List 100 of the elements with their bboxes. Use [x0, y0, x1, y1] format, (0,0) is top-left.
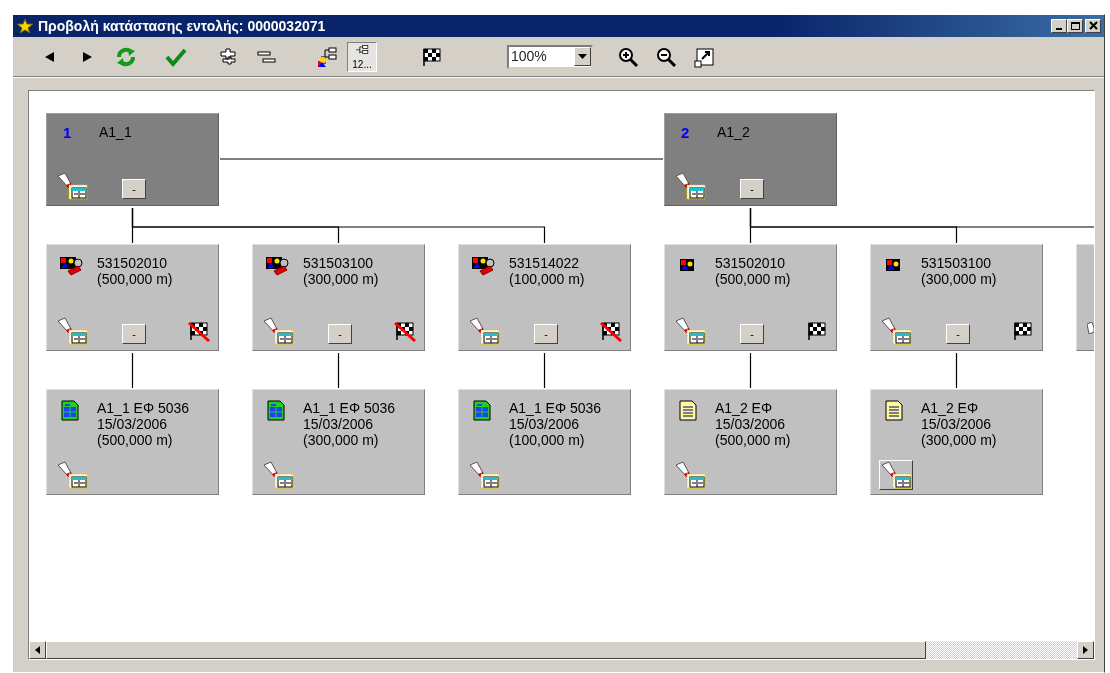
collapse-button[interactable]: -	[122, 179, 146, 199]
image-tag-icon	[59, 255, 83, 278]
document-text: 15/03/2006	[303, 416, 375, 432]
connector-line	[749, 352, 752, 389]
dropdown-arrow-icon	[578, 53, 587, 60]
refresh-icon	[115, 45, 137, 68]
viewer-button[interactable]	[879, 316, 913, 346]
viewer-button[interactable]	[467, 316, 501, 346]
document-node[interactable]: A1_1 ΕΦ 5036 15/03/2006 (100,000 m)	[458, 389, 631, 495]
item-code: 531503100	[921, 255, 993, 271]
item-node[interactable]: 531502010 (500,000 m) -	[664, 244, 837, 351]
item-code: 531502010	[97, 255, 169, 271]
viewer-button[interactable]	[467, 460, 501, 490]
flashlight-table-icon	[56, 172, 88, 200]
document-text: 15/03/2006	[509, 416, 581, 432]
checkered-flag-icon	[421, 45, 443, 68]
zoom-select[interactable]: 100%	[507, 44, 593, 69]
collapse-button[interactable]: -	[740, 179, 764, 199]
image-tag-icon	[471, 255, 495, 278]
forward-icon	[83, 51, 93, 62]
node-number: 1	[63, 123, 72, 143]
item-node[interactable]: 531502010 (500,000 m) -	[46, 244, 219, 351]
flashlight-table-icon	[56, 461, 88, 489]
document-text: 15/03/2006	[921, 416, 993, 432]
connector-line	[337, 352, 340, 389]
flashlight-table-icon	[880, 461, 912, 489]
expand-icon	[217, 45, 239, 68]
flashlight-table-icon	[674, 317, 706, 345]
item-quantity: (300,000 m)	[921, 271, 997, 287]
viewer-button[interactable]	[261, 316, 295, 346]
item-quantity: (500,000 m)	[97, 271, 173, 287]
collapse-button[interactable]: -	[328, 324, 352, 344]
zoom-in-icon	[617, 45, 639, 68]
viewer-button[interactable]	[673, 171, 707, 201]
viewer-button[interactable]	[55, 171, 89, 201]
document-text: (100,000 m)	[509, 432, 586, 448]
node-label: A1_1	[99, 123, 132, 142]
item-node[interactable]: 531503100 (300,000 m) -	[870, 244, 1043, 351]
root-node[interactable]: 2 A1_2 -	[664, 113, 837, 206]
document-text: A1_2 ΕΦ	[921, 400, 980, 416]
viewer-button[interactable]	[55, 460, 89, 490]
maximize-icon	[1069, 21, 1081, 31]
document-node[interactable]: A1_2 ΕΦ 15/03/2006 (300,000 m)	[870, 389, 1043, 495]
collapse-button[interactable]: -	[534, 324, 558, 344]
window-title: Προβολή κατάστασης εντολής: 0000032071	[38, 16, 326, 36]
flashlight-table-icon	[468, 461, 500, 489]
node-number: 2	[681, 123, 690, 143]
star-icon	[16, 18, 34, 34]
document-text: 15/03/2006	[97, 416, 169, 432]
maximize-button[interactable]	[1067, 19, 1083, 33]
close-icon	[1087, 21, 1099, 31]
item-node[interactable]: 531514022 (100,000 m) -	[458, 244, 631, 351]
left-arrow-icon	[35, 646, 40, 654]
root-node[interactable]: 1 A1_1 -	[46, 113, 219, 206]
flashlight-table-icon	[262, 461, 294, 489]
collapse-button[interactable]: -	[740, 324, 764, 344]
item-code: 531514022	[509, 255, 581, 271]
document-node[interactable]: A1_1 ΕΦ 5036 15/03/2006 (500,000 m)	[46, 389, 219, 495]
viewer-button[interactable]	[55, 316, 89, 346]
document-text: A1_1 ΕΦ 5036	[303, 400, 396, 416]
connector-line	[131, 352, 134, 389]
scroll-left-button[interactable]	[29, 641, 46, 659]
collapse-button[interactable]: -	[122, 324, 146, 344]
item-node[interactable]: 531503100 (300,000 m) -	[252, 244, 425, 351]
minimize-icon	[1056, 28, 1062, 30]
document-icon	[883, 400, 905, 423]
item-code: 531503100	[303, 255, 375, 271]
viewer-button[interactable]	[261, 460, 295, 490]
tree-numbered-button[interactable]: 12...	[347, 41, 377, 72]
document-text: A1_1 ΕΦ 5036	[97, 400, 190, 416]
document-icon	[677, 400, 699, 423]
right-arrow-icon	[1083, 646, 1088, 654]
spreadsheet-icon	[471, 400, 493, 423]
connector-line	[955, 352, 958, 389]
collapse-button[interactable]: -	[946, 324, 970, 344]
flashlight-table-icon	[262, 317, 294, 345]
flashlight-icon	[1087, 322, 1094, 334]
document-text: (500,000 m)	[97, 432, 174, 448]
document-text: A1_2 ΕΦ	[715, 400, 774, 416]
flashlight-table-icon	[880, 317, 912, 345]
flashlight-table-icon	[674, 461, 706, 489]
image-tag-icon	[265, 255, 289, 278]
node-label: A1_2	[717, 123, 750, 142]
connector-line	[543, 352, 546, 389]
item-quantity: (300,000 m)	[303, 271, 379, 287]
document-node[interactable]: A1_2 ΕΦ 15/03/2006 (500,000 m)	[664, 389, 837, 495]
document-text: (500,000 m)	[715, 432, 791, 448]
spreadsheet-icon	[59, 400, 81, 423]
scrollbar-thumb[interactable]	[46, 641, 926, 659]
document-text: A1_1 ΕΦ 5036	[509, 400, 602, 416]
document-node[interactable]: A1_1 ΕΦ 5036 15/03/2006 (300,000 m)	[252, 389, 425, 495]
document-text: (300,000 m)	[303, 432, 380, 448]
viewer-button[interactable]	[673, 316, 707, 346]
viewer-button[interactable]	[879, 460, 913, 490]
scroll-right-button[interactable]	[1077, 641, 1094, 659]
close-button[interactable]	[1085, 19, 1101, 33]
viewer-button[interactable]	[673, 460, 707, 490]
minimize-button[interactable]	[1051, 19, 1067, 33]
item-code: 531502010	[715, 255, 787, 271]
flashlight-table-icon	[56, 317, 88, 345]
